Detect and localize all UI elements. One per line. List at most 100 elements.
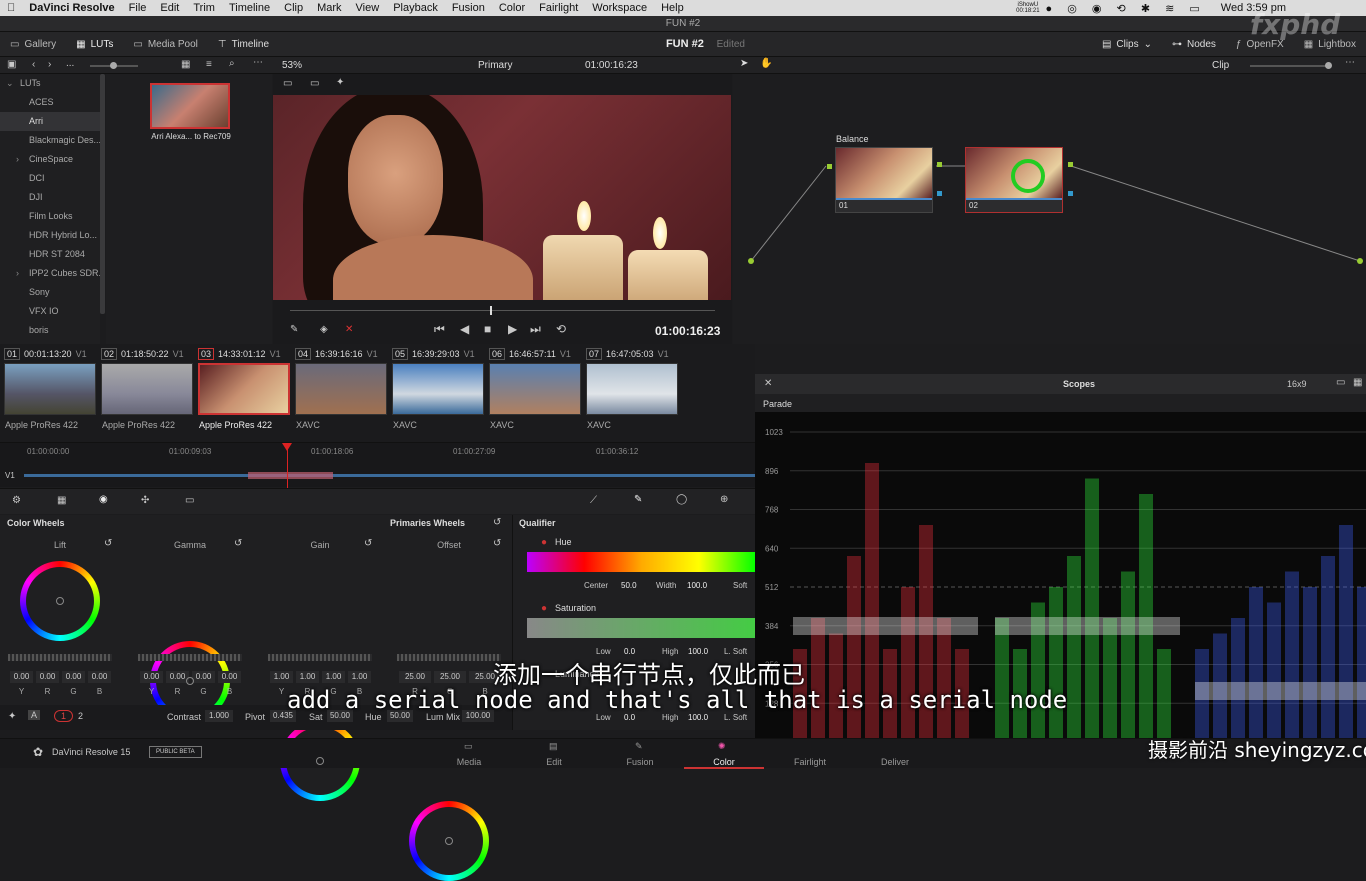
- hue-gradient[interactable]: [527, 552, 756, 572]
- zoom-select[interactable]: 53%: [282, 60, 302, 71]
- saturation-gradient[interactable]: [527, 618, 756, 638]
- grid-view-icon[interactable]: ▦: [181, 59, 190, 70]
- node-options-icon[interactable]: ⋯: [1345, 57, 1355, 68]
- apple-icon[interactable]: : [0, 2, 22, 14]
- list-view-icon[interactable]: ≡: [206, 59, 212, 70]
- clip-thumbnail[interactable]: [489, 363, 581, 415]
- options-icon[interactable]: ⋯: [253, 57, 263, 68]
- page-media[interactable]: ▭ Media: [429, 739, 509, 769]
- quad-view-icon[interactable]: ▦: [1353, 377, 1362, 388]
- lift-value-field[interactable]: 0.00: [88, 671, 111, 683]
- menu-file[interactable]: File: [122, 2, 154, 14]
- app-menu[interactable]: DaVinci Resolve: [22, 2, 121, 14]
- scrubber-bar[interactable]: [290, 306, 715, 315]
- thumb-size-slider[interactable]: [90, 62, 138, 69]
- mini-timeline[interactable]: 01:00:00:00 01:00:09:03 01:00:18:06 01:0…: [0, 442, 755, 488]
- page-deliver[interactable]: Deliver: [855, 739, 935, 769]
- gain-wheel-handle[interactable]: [316, 757, 324, 765]
- contrast-field[interactable]: 1.000: [205, 710, 233, 722]
- lut-folder[interactable]: Film Looks: [0, 207, 100, 226]
- page-color[interactable]: ✺ Color: [684, 739, 764, 769]
- node-01-output[interactable]: [937, 162, 942, 167]
- lut-thumbnail[interactable]: [150, 83, 230, 129]
- gamma-value-field[interactable]: 0.00: [218, 671, 241, 683]
- lift-wheel[interactable]: [20, 561, 100, 641]
- clip-thumbnail[interactable]: [198, 363, 290, 415]
- lum-high-value[interactable]: 100.0: [688, 713, 708, 722]
- motion-effects-icon[interactable]: ▭: [185, 495, 194, 506]
- scope-mode-select[interactable]: Parade: [763, 399, 792, 409]
- lut-folder[interactable]: DJI: [0, 188, 100, 207]
- color-wheels-icon[interactable]: ◉: [99, 494, 108, 505]
- lift-value-field[interactable]: 0.00: [10, 671, 33, 683]
- gamma-value-field[interactable]: 0.00: [140, 671, 163, 683]
- ishowu-indicator[interactable]: iShowU 00:18:21: [1016, 2, 1045, 14]
- menu-clip[interactable]: Clip: [277, 2, 310, 14]
- primaries-wheels-mode[interactable]: Primaries Wheels: [390, 518, 465, 528]
- lut-scrollbar[interactable]: [100, 74, 105, 314]
- menu-edit[interactable]: Edit: [153, 2, 186, 14]
- hand-icon[interactable]: ✋: [760, 58, 772, 69]
- lum-low-value[interactable]: 0.0: [624, 713, 635, 722]
- menu-playback[interactable]: Playback: [386, 2, 445, 14]
- lift-master-wheel[interactable]: [8, 654, 112, 661]
- lut-folder[interactable]: ACES: [0, 93, 100, 112]
- lift-wheel-handle[interactable]: [56, 597, 64, 605]
- menu-color[interactable]: Color: [492, 2, 532, 14]
- lut-folder[interactable]: boris: [0, 321, 100, 340]
- playhead[interactable]: [282, 443, 292, 488]
- lift-value-field[interactable]: 0.00: [62, 671, 85, 683]
- gain-reset-icon[interactable]: ↺: [364, 538, 372, 549]
- menu-fusion[interactable]: Fusion: [445, 2, 492, 14]
- lut-folder[interactable]: › CineSpace: [0, 150, 100, 169]
- skip-end-icon[interactable]: ⏭: [530, 322, 541, 337]
- page-fusion[interactable]: ✎ Fusion: [600, 739, 680, 769]
- clip-thumbnail[interactable]: [4, 363, 96, 415]
- node-editor[interactable]: Balance 01 02: [733, 74, 1366, 344]
- offset-value-field[interactable]: 25.00: [399, 671, 431, 683]
- lut-folder[interactable]: Blackmagic Des...: [0, 131, 100, 150]
- page-edit[interactable]: ▤ Edit: [514, 739, 594, 769]
- hue-toggle-icon[interactable]: ●: [541, 537, 547, 548]
- node-zoom-slider[interactable]: [1250, 62, 1332, 69]
- eyedropper-icon[interactable]: ✎: [290, 324, 298, 335]
- rgb-mixer-icon[interactable]: ✣: [141, 495, 149, 506]
- lut-folder[interactable]: VFX IO: [0, 302, 100, 321]
- gain-value-field[interactable]: 1.00: [348, 671, 371, 683]
- luts-button[interactable]: ▦ LUTs: [66, 39, 123, 50]
- clip-thumbnail[interactable]: [101, 363, 193, 415]
- saturation-toggle-icon[interactable]: ●: [541, 603, 547, 614]
- clip-thumbnail[interactable]: [586, 363, 678, 415]
- tracker-icon[interactable]: ⊕: [720, 494, 728, 505]
- sidebar-toggle-icon[interactable]: ▣: [7, 59, 16, 70]
- width-value[interactable]: 100.0: [687, 581, 707, 590]
- gamma-master-wheel[interactable]: [138, 654, 242, 661]
- wand-icon[interactable]: ✦: [336, 77, 344, 88]
- lut-folder[interactable]: HDR ST 2084: [0, 245, 100, 264]
- menu-mark[interactable]: Mark: [310, 2, 348, 14]
- primary-select[interactable]: Primary: [478, 60, 512, 71]
- gain-value-field[interactable]: 1.00: [270, 671, 293, 683]
- auto-balance-icon[interactable]: ✦: [8, 711, 16, 722]
- node-02-key-output[interactable]: [1068, 191, 1073, 196]
- play-icon[interactable]: ▶: [508, 322, 517, 336]
- page-fairlight[interactable]: Fairlight: [770, 739, 850, 769]
- menu-timeline[interactable]: Timeline: [222, 2, 277, 14]
- gain-master-wheel[interactable]: [268, 654, 372, 661]
- gain-value-field[interactable]: 1.00: [322, 671, 345, 683]
- scopes-layout-select[interactable]: 16x9: [1287, 379, 1307, 389]
- gamma-wheel-handle[interactable]: [186, 677, 194, 685]
- offset-master-wheel[interactable]: [397, 654, 501, 661]
- lut-folder[interactable]: › IPP2 Cubes SDR...: [0, 264, 100, 283]
- offset-wheel-handle[interactable]: [445, 837, 453, 845]
- page-1-button[interactable]: 1: [54, 710, 74, 722]
- menu-workspace[interactable]: Workspace: [585, 2, 654, 14]
- single-view-icon[interactable]: ▭: [1336, 377, 1345, 388]
- offset-reset-icon[interactable]: ↺: [493, 538, 501, 549]
- search-icon[interactable]: ⌕: [229, 58, 235, 69]
- gain-value-field[interactable]: 1.00: [296, 671, 319, 683]
- pointer-icon[interactable]: ➤: [740, 58, 748, 69]
- close-icon[interactable]: ✕: [764, 378, 772, 389]
- step-back-icon[interactable]: ◀: [460, 322, 469, 336]
- gamma-reset-icon[interactable]: ↺: [234, 538, 242, 549]
